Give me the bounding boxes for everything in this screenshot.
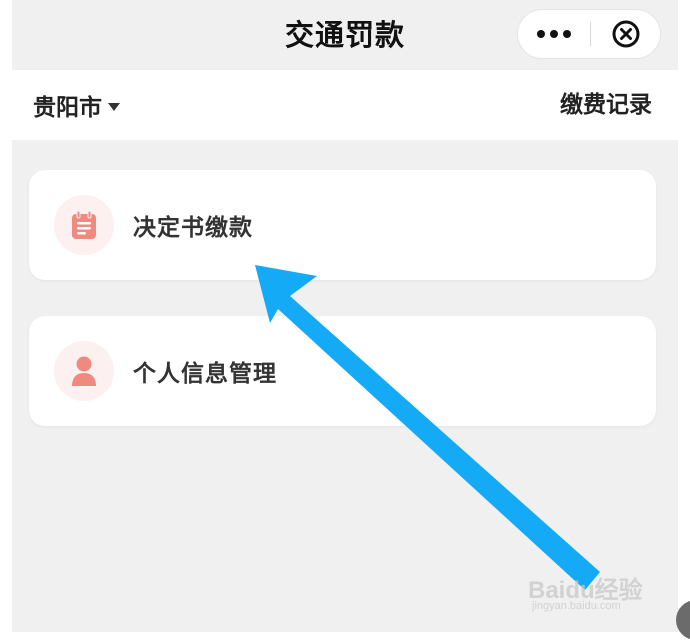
floating-button-edge[interactable] — [676, 600, 690, 640]
more-button[interactable] — [518, 10, 590, 58]
city-name: 贵阳市 — [33, 95, 102, 121]
navigation-bar: 交通罚款 — [12, 0, 678, 70]
city-selector[interactable]: 贵阳市 — [33, 70, 120, 140]
menu-item-label: 决定书缴款 — [133, 215, 253, 241]
city-bar: 贵阳市 缴费记录 — [12, 70, 678, 140]
menu-item-label: 个人信息管理 — [133, 361, 277, 387]
caret-down-icon — [108, 102, 120, 111]
notepad-icon — [72, 210, 96, 239]
person-icon — [72, 356, 96, 386]
menu-item-decision-payment[interactable]: 决定书缴款 — [29, 170, 656, 280]
watermark-url: jingyan.baidu.com — [532, 600, 621, 612]
capsule-menu — [517, 9, 661, 59]
close-button[interactable] — [591, 10, 661, 58]
person-icon-badge — [54, 341, 114, 401]
menu-item-personal-info[interactable]: 个人信息管理 — [29, 316, 656, 426]
more-dots-icon — [537, 30, 571, 38]
circle-close-icon — [612, 20, 640, 48]
baidu-jingyan-watermark: Baidu经验 jingyan.baidu.com — [528, 566, 658, 616]
notepad-icon-badge — [54, 195, 114, 255]
mini-program-page: 交通罚款 贵阳市 缴费记录 决定书缴款 个人信息管理 — [12, 0, 678, 632]
payment-records-link[interactable]: 缴费记录 — [560, 70, 652, 140]
